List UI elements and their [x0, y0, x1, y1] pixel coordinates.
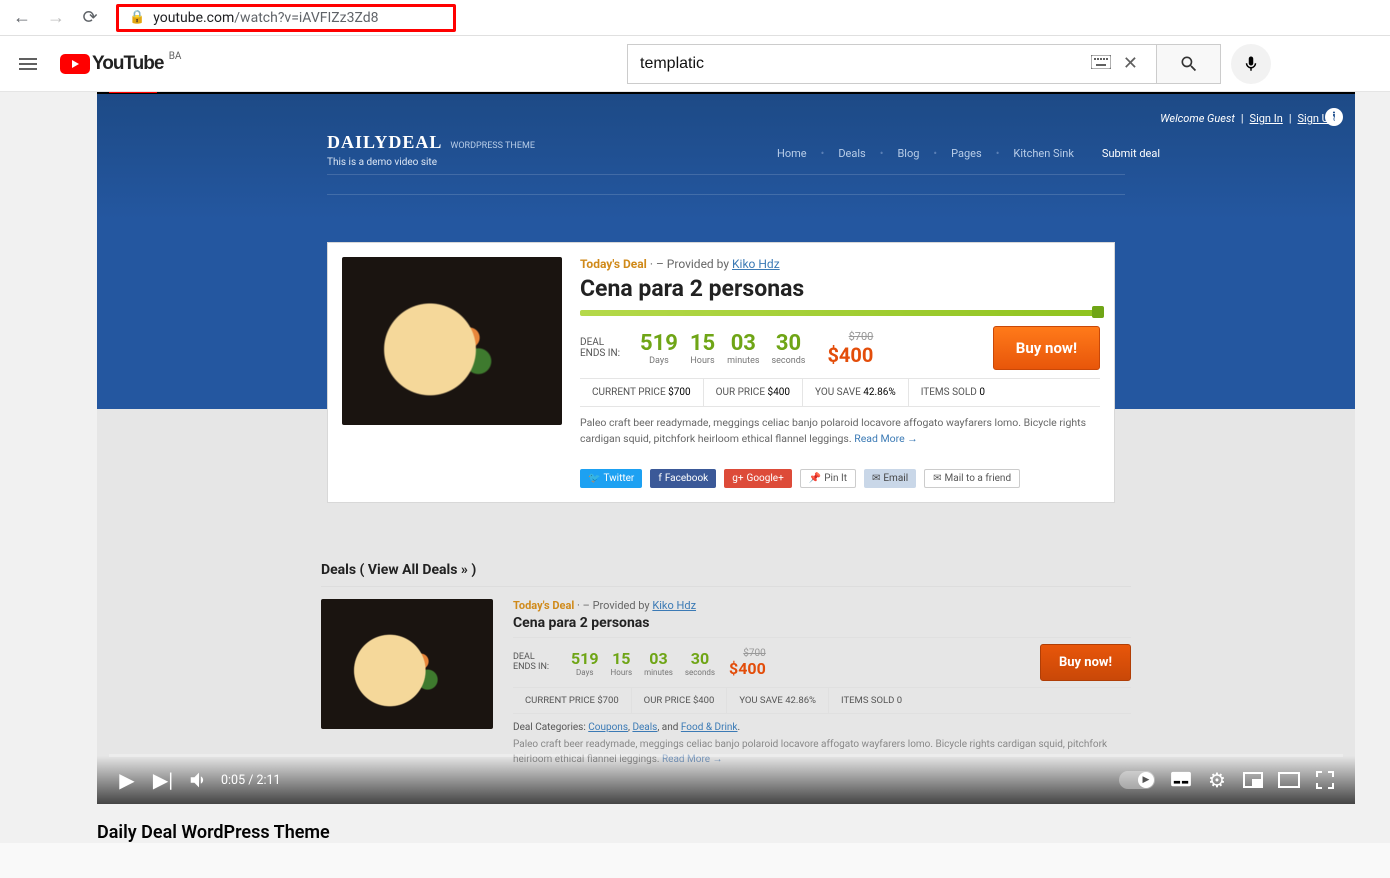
deal-progress-bar: [580, 310, 1100, 316]
view-all-deals-link[interactable]: Deals ( View All Deals » ): [321, 562, 476, 578]
share-pinit[interactable]: 📌 Pin It: [800, 469, 856, 488]
share-mail-friend[interactable]: ✉ Mail to a friend: [924, 469, 1020, 488]
time-display: 0:05 / 2:11: [221, 773, 281, 788]
volume-button[interactable]: [181, 762, 217, 798]
settings-button[interactable]: ⚙: [1199, 762, 1235, 798]
deal2-title: Cena para 2 personas: [513, 615, 1131, 631]
share-row: 🐦 Twitter f Facebook g+ Google+ 📌 Pin It…: [580, 469, 1100, 488]
clear-search-button[interactable]: ✕: [1117, 53, 1144, 74]
nav-home[interactable]: Home: [777, 147, 807, 160]
deal2-price: $700 $400: [729, 648, 766, 678]
address-bar[interactable]: 🔒 youtube.com/watch?v=iAVFIZz3Zd8: [116, 4, 456, 32]
youtube-logo-text: YouTube: [92, 53, 163, 75]
brand-title: DAILYDEAL: [327, 132, 442, 152]
lock-icon: 🔒: [129, 10, 145, 25]
site-auth-row: Welcome Guest | Sign In | Sign Up: [1160, 112, 1335, 125]
deal-title: Cena para 2 personas: [580, 275, 1100, 302]
brand-tagline: This is a demo video site: [327, 157, 535, 168]
deal2-categories: Deal Categories: Coupons, Deals, and Foo…: [513, 722, 1131, 733]
new-price: $400: [827, 343, 873, 367]
site-nav: Home• Deals• Blog• Pages• Kitchen Sink S…: [777, 147, 1160, 160]
youtube-logo[interactable]: YouTube BA: [60, 53, 163, 75]
deal2-countdown: 519Days 15Hours 03minutes 30seconds: [571, 649, 715, 677]
video-player[interactable]: i Welcome Guest | Sign In | Sign Up DAIL…: [97, 92, 1355, 804]
fullscreen-button[interactable]: [1307, 762, 1343, 798]
theater-button[interactable]: [1271, 762, 1307, 798]
deal2-tagline: Today's Deal · – Provided by Kiko Hdz: [513, 599, 1131, 612]
reload-button[interactable]: ⟳: [76, 4, 104, 32]
miniplayer-button[interactable]: [1235, 762, 1271, 798]
cat-deals[interactable]: Deals: [632, 722, 657, 733]
nav-deals[interactable]: Deals: [838, 147, 865, 160]
forward-button[interactable]: →: [42, 4, 70, 32]
back-button[interactable]: ←: [8, 4, 36, 32]
search-input[interactable]: [640, 55, 1085, 73]
country-code: BA: [169, 51, 182, 62]
deals-section: Deals ( View All Deals » ) Today's Deal …: [321, 562, 1131, 767]
nav-blog[interactable]: Blog: [897, 147, 919, 160]
read-more-link[interactable]: Read More →: [854, 432, 918, 445]
today-label: Today's Deal: [580, 257, 647, 271]
page-body: i Welcome Guest | Sign In | Sign Up DAIL…: [0, 92, 1390, 843]
nav-pages[interactable]: Pages: [951, 147, 982, 160]
progress-played[interactable]: [109, 92, 157, 93]
search-button[interactable]: [1157, 44, 1221, 84]
youtube-play-icon: [60, 54, 90, 74]
search-box: ✕: [627, 44, 1157, 84]
provider-link[interactable]: Kiko Hdz: [732, 257, 780, 271]
share-google[interactable]: g+ Google+: [724, 469, 792, 488]
share-email[interactable]: ✉ Email: [864, 469, 916, 488]
nav-submit-deal[interactable]: Submit deal: [1102, 147, 1160, 160]
youtube-header: YouTube BA ✕: [0, 36, 1390, 92]
deal-stats-row: CURRENT PRICE $700 OUR PRICE $400 YOU SA…: [580, 379, 1100, 407]
sign-up-link[interactable]: Sign Up: [1298, 112, 1336, 125]
deal-image[interactable]: [342, 257, 562, 425]
deal-list-item: Today's Deal · – Provided by Kiko Hdz Ce…: [321, 586, 1131, 767]
deal2-provider-link[interactable]: Kiko Hdz: [652, 599, 696, 612]
browser-toolbar: ← → ⟳ 🔒 youtube.com/watch?v=iAVFIZz3Zd8: [0, 0, 1390, 36]
next-button[interactable]: ▶|: [145, 762, 181, 798]
nav-kitchen-sink[interactable]: Kitchen Sink: [1013, 147, 1073, 160]
autoplay-toggle[interactable]: [1119, 771, 1155, 789]
welcome-text: Welcome Guest: [1160, 112, 1235, 125]
play-button[interactable]: ▶: [109, 762, 145, 798]
cat-coupons[interactable]: Coupons: [588, 722, 628, 733]
deal-ends-label: DEAL ENDS IN:: [580, 337, 624, 359]
url-domain: youtube.com: [153, 10, 234, 26]
captions-button[interactable]: [1163, 762, 1199, 798]
share-twitter[interactable]: 🐦 Twitter: [580, 469, 642, 488]
share-facebook[interactable]: f Facebook: [650, 469, 716, 488]
deal-row-countdown: DEAL ENDS IN: 519Days 15Hours 03minutes …: [580, 326, 1100, 379]
url-path: /watch?v=iAVFIZz3Zd8: [234, 10, 378, 26]
sign-in-link[interactable]: Sign In: [1250, 112, 1283, 125]
video-controls: ▶ ▶| 0:05 / 2:11 ⚙: [97, 756, 1355, 804]
deal2-image[interactable]: [321, 599, 493, 729]
deal2-buy-button[interactable]: Buy now!: [1040, 644, 1131, 681]
deal2-stats-row: CURRENT PRICE $700 OUR PRICE $400 YOU SA…: [513, 688, 1131, 714]
deal-card-main: Today's Deal · – Provided by Kiko Hdz Ce…: [327, 242, 1115, 503]
keyboard-icon[interactable]: [1091, 54, 1111, 73]
old-price: $700: [827, 330, 873, 343]
video-title: Daily Deal WordPress Theme: [97, 822, 1390, 843]
price-block: $700 $400: [827, 330, 873, 367]
site-brand[interactable]: DAILYDEAL WORDPRESS THEME This is a demo…: [327, 132, 535, 168]
countdown: 519Days 15Hours 03minutes 30seconds: [640, 331, 805, 366]
video-frame: i Welcome Guest | Sign In | Sign Up DAIL…: [97, 92, 1355, 804]
section-heading: Deals ( View All Deals » ): [321, 562, 1131, 578]
search-container: ✕: [627, 44, 1271, 84]
guide-menu-button[interactable]: [16, 52, 40, 76]
cat-food-drink[interactable]: Food & Drink: [681, 722, 738, 733]
url-text: youtube.com/watch?v=iAVFIZz3Zd8: [153, 10, 378, 26]
deal-tagline: Today's Deal · – Provided by Kiko Hdz: [580, 257, 1100, 271]
deal2-countdown-row: DEAL ENDS IN: 519Days 15Hours 03minutes …: [513, 637, 1131, 688]
buy-now-button[interactable]: Buy now!: [993, 326, 1100, 370]
deal-description: Paleo craft beer readymade, meggings cel…: [580, 415, 1100, 447]
brand-subtitle: WORDPRESS THEME: [450, 141, 535, 151]
voice-search-button[interactable]: [1231, 44, 1271, 84]
